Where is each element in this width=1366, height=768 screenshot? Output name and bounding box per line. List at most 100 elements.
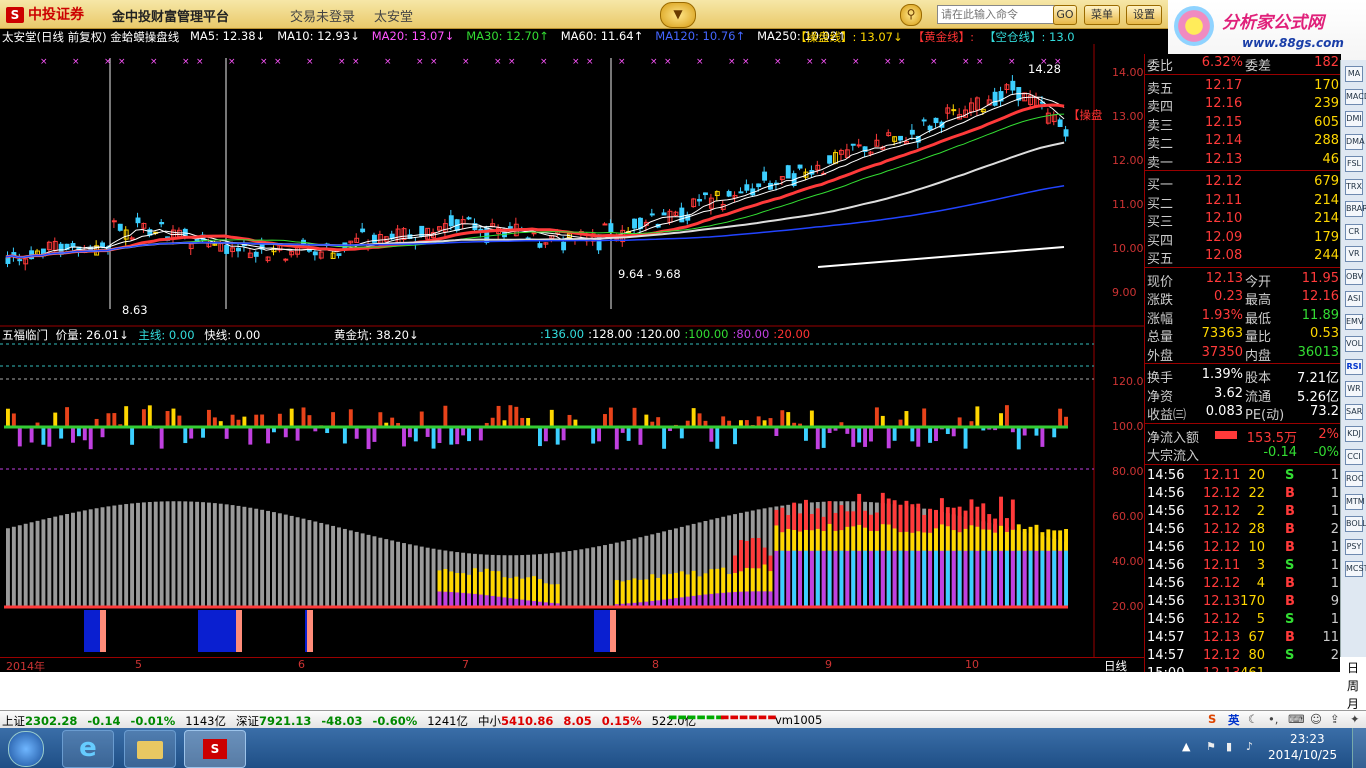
order-book-row[interactable]: 买五 12.08 244 — [1145, 247, 1341, 267]
indicator-shortcut-icon[interactable]: DMI — [1345, 111, 1363, 127]
tick-side: B — [1285, 539, 1295, 555]
clock-date[interactable]: 2014/10/25 — [1268, 748, 1337, 762]
indicator-shortcut-icon[interactable]: FSL — [1345, 156, 1363, 172]
level-label: :136.00 — [540, 327, 585, 341]
period-tab[interactable]: 日 — [1347, 659, 1359, 676]
indicator-shortcut-icon[interactable]: WR — [1345, 381, 1363, 397]
index-name[interactable]: 上证 — [2, 714, 25, 728]
red-bar — [999, 496, 1003, 526]
user-icon[interactable]: ☺ — [1310, 712, 1322, 726]
kline-chart[interactable]: × × × × × × × × × × × × × × × × × × × × × × × × × × × × × × × × × × × × × × × × — [0, 44, 1144, 657]
signal-mark-x: × — [572, 57, 580, 67]
yellow-bar — [673, 572, 678, 599]
purple-bar — [774, 550, 779, 607]
indicator-shortcut-icon[interactable]: VOL — [1345, 336, 1363, 352]
dropdown-menu-button[interactable]: ▼ — [660, 2, 696, 28]
order-book-row[interactable]: 卖五 12.17 170 — [1145, 77, 1341, 97]
go-button[interactable]: GO — [1053, 5, 1077, 25]
order-level-label: 卖四 — [1147, 100, 1174, 115]
order-book-row[interactable]: 买四 12.09 179 — [1145, 229, 1341, 249]
internet-explorer-icon[interactable]: e — [62, 730, 114, 768]
network-icon[interactable]: ⚑ — [1206, 740, 1216, 753]
keyboard-icon[interactable]: ⌨ — [1288, 712, 1305, 726]
purple-bar — [892, 550, 897, 607]
tick-count: 1 — [1330, 539, 1339, 555]
signal-mark-x: × — [884, 57, 892, 67]
index-name[interactable]: 深证 — [236, 714, 259, 728]
ime-lang[interactable]: 英 — [1228, 712, 1240, 728]
yellow-bar — [792, 529, 797, 551]
order-book-row[interactable]: 买二 12.11 214 — [1145, 192, 1341, 212]
red-bar — [939, 498, 944, 525]
indicator-shortcut-icon[interactable]: SAR — [1345, 403, 1363, 420]
order-book-row[interactable]: 买三 12.10 214 — [1145, 210, 1341, 230]
indicator-shortcut-icon[interactable]: CR — [1345, 223, 1363, 240]
menu-button[interactable]: 菜单 — [1084, 5, 1120, 25]
indicator-shortcut-icon[interactable]: BRAR — [1345, 201, 1366, 217]
indicator-shortcut-icon[interactable]: PSY — [1345, 538, 1363, 555]
gray-bar — [195, 501, 200, 607]
show-hidden-icons[interactable]: ▲ — [1182, 740, 1190, 753]
indicator-shortcut-icon[interactable]: MA — [1345, 66, 1363, 82]
candle-body — [1057, 119, 1063, 127]
show-desktop-button[interactable] — [1352, 728, 1366, 768]
yellow-bar — [1022, 528, 1027, 551]
signal-mark-x: × — [228, 57, 236, 67]
punctuation-icon[interactable]: •, — [1268, 712, 1278, 726]
purple-bar — [685, 596, 690, 607]
y-tick-label: 100.0 — [1112, 420, 1144, 433]
indicator-shortcut-icon[interactable]: RSI — [1345, 358, 1363, 375]
power-icon[interactable]: ▮ — [1226, 740, 1232, 753]
order-book-row[interactable]: 卖四 12.16 239 — [1145, 95, 1341, 115]
share-icon[interactable]: ⇪ — [1330, 712, 1340, 726]
indicator-shortcut-icon[interactable]: TRX — [1345, 178, 1363, 195]
signal-mark-x: × — [72, 57, 80, 67]
indicator-shortcut-icon[interactable]: OBV — [1345, 268, 1363, 285]
hist-down — [662, 427, 667, 449]
hist-down — [17, 427, 22, 447]
settings-small-icon[interactable]: ✦ — [1350, 712, 1360, 726]
indicator-shortcut-icon[interactable]: VR — [1345, 246, 1363, 262]
indicator-shortcut-icon[interactable]: ROC — [1345, 471, 1363, 487]
hist-up — [443, 405, 448, 427]
settings-button[interactable]: 设置 — [1126, 5, 1162, 25]
indicator-shortcut-icon[interactable]: MCST — [1345, 561, 1366, 577]
windows-taskbar: e S ▲ ⚑ ▮ ♪ 23:23 2014/10/25 — [0, 728, 1366, 768]
signal-mark-x: × — [196, 57, 204, 67]
hist-down — [626, 427, 631, 441]
order-level-label: 卖五 — [1147, 81, 1174, 97]
hist-down — [1052, 427, 1057, 438]
order-book-row[interactable]: 买一 12.12 679 — [1145, 173, 1341, 193]
file-explorer-icon[interactable] — [124, 730, 176, 768]
order-volume: 179 — [1314, 229, 1339, 245]
purple-bar — [691, 595, 696, 607]
indicator-shortcut-icon[interactable]: KDJ — [1345, 426, 1363, 442]
volume-icon[interactable]: ♪ — [1246, 740, 1253, 753]
start-button[interactable] — [8, 731, 44, 767]
indicator-shortcut-icon[interactable]: BOLL — [1345, 516, 1366, 532]
indicator-shortcut-icon[interactable]: DMA — [1345, 133, 1365, 150]
trading-app-taskbar-button[interactable]: S — [184, 730, 246, 768]
ime-icon[interactable]: S — [1208, 712, 1216, 726]
indicator-shortcut-icon[interactable]: MACD — [1345, 88, 1366, 105]
indicator-shortcut-icon[interactable]: EMV — [1345, 313, 1363, 330]
red-bar — [934, 509, 938, 529]
yellow-bar — [721, 567, 726, 593]
order-book-row[interactable]: 卖三 12.15 605 — [1145, 114, 1341, 134]
tick-volume: 28 — [1248, 521, 1265, 537]
order-book-row[interactable]: 卖一 12.13 46 — [1145, 151, 1341, 171]
indicator-shortcut-icon[interactable]: CCI — [1345, 448, 1363, 465]
command-input[interactable] — [937, 5, 1057, 24]
order-book-row[interactable]: 卖二 12.14 288 — [1145, 132, 1341, 152]
clock-time[interactable]: 23:23 — [1290, 732, 1325, 746]
search-icon[interactable]: ⚲ — [900, 4, 922, 26]
login-status-link[interactable]: 交易未登录 — [290, 6, 355, 25]
period-tab[interactable]: 周 — [1347, 677, 1359, 694]
moon-icon[interactable]: ☾ — [1248, 712, 1258, 726]
indicator-shortcut-icon[interactable]: MTM — [1345, 493, 1365, 510]
index-name[interactable]: 中小 — [478, 714, 501, 728]
cyan-bar — [934, 550, 938, 607]
indicator-shortcut-icon[interactable]: ASI — [1345, 291, 1363, 307]
quote-row: 外盘 37350 内盘 36013 — [1145, 344, 1341, 364]
gray-bar — [177, 501, 182, 607]
